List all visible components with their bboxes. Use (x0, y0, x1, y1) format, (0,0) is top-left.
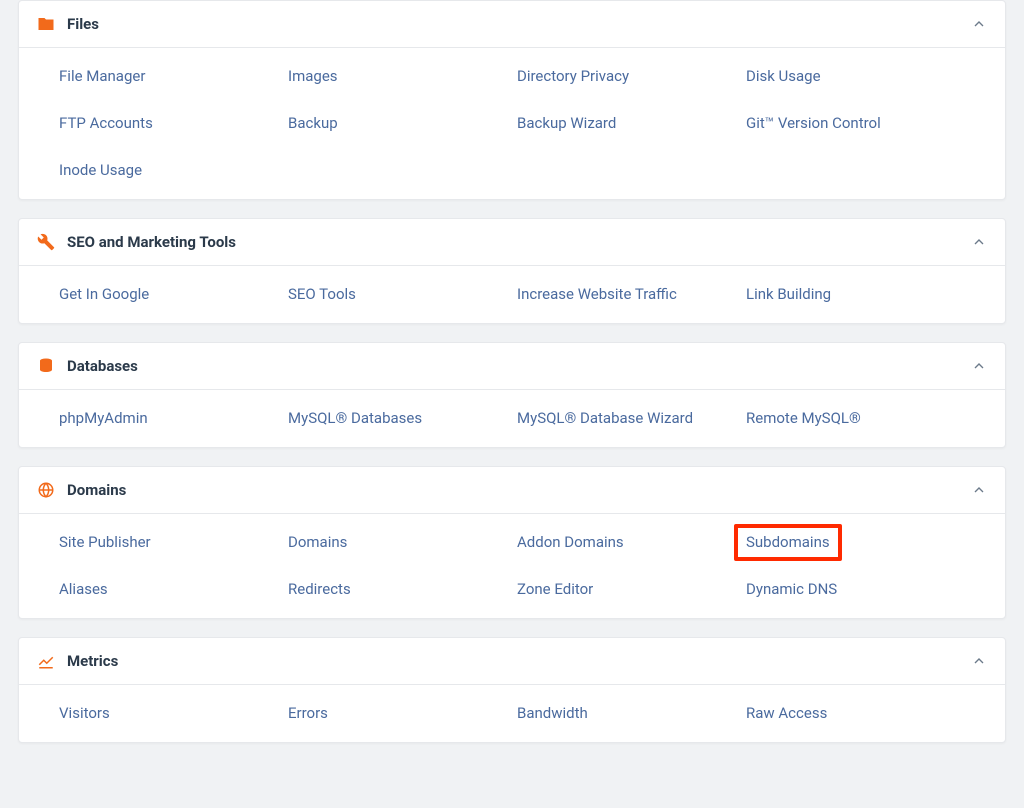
panel-seo: SEO and Marketing Tools Get In Google SE… (18, 218, 1006, 324)
link-directory-privacy[interactable]: Directory Privacy (517, 66, 736, 87)
panel-body-domains: Site Publisher Domains Addon Domains Sub… (19, 514, 1005, 618)
folder-icon (37, 15, 55, 33)
link-get-in-google[interactable]: Get In Google (59, 284, 278, 305)
highlight-box: Subdomains (734, 524, 842, 561)
panel-header-domains[interactable]: Domains (19, 467, 1005, 514)
link-bandwidth[interactable]: Bandwidth (517, 703, 736, 724)
panel-title: Metrics (67, 652, 971, 670)
link-link-building[interactable]: Link Building (746, 284, 965, 305)
link-site-publisher[interactable]: Site Publisher (59, 532, 278, 553)
link-phpmyadmin[interactable]: phpMyAdmin (59, 408, 278, 429)
panel-title: Databases (67, 357, 971, 375)
link-zone-editor[interactable]: Zone Editor (517, 579, 736, 600)
link-backup-wizard[interactable]: Backup Wizard (517, 113, 736, 134)
database-icon (37, 357, 55, 375)
link-images[interactable]: Images (288, 66, 507, 87)
chevron-up-icon (971, 16, 987, 32)
chevron-up-icon (971, 653, 987, 669)
panel-header-files[interactable]: Files (19, 1, 1005, 48)
link-mysql-database-wizard[interactable]: MySQL® Database Wizard (517, 408, 736, 429)
tools-icon (37, 233, 55, 251)
highlight-annotation: Subdomains (746, 532, 965, 553)
link-ftp-accounts[interactable]: FTP Accounts (59, 113, 278, 134)
item-grid: Visitors Errors Bandwidth Raw Access (59, 703, 965, 724)
link-seo-tools[interactable]: SEO Tools (288, 284, 507, 305)
link-inode-usage[interactable]: Inode Usage (59, 160, 278, 181)
link-visitors[interactable]: Visitors (59, 703, 278, 724)
panel-title: Domains (67, 481, 971, 499)
panel-files: Files File Manager Images Directory Priv… (18, 0, 1006, 200)
item-grid: phpMyAdmin MySQL® Databases MySQL® Datab… (59, 408, 965, 429)
link-aliases[interactable]: Aliases (59, 579, 278, 600)
link-domains[interactable]: Domains (288, 532, 507, 553)
panel-metrics: Metrics Visitors Errors Bandwidth Raw Ac… (18, 637, 1006, 743)
item-grid: Site Publisher Domains Addon Domains Sub… (59, 532, 965, 600)
link-remote-mysql[interactable]: Remote MySQL® (746, 408, 965, 429)
link-mysql-databases[interactable]: MySQL® Databases (288, 408, 507, 429)
link-backup[interactable]: Backup (288, 113, 507, 134)
chevron-up-icon (971, 482, 987, 498)
link-addon-domains[interactable]: Addon Domains (517, 532, 736, 553)
link-disk-usage[interactable]: Disk Usage (746, 66, 965, 87)
panel-body-databases: phpMyAdmin MySQL® Databases MySQL® Datab… (19, 390, 1005, 447)
panel-body-metrics: Visitors Errors Bandwidth Raw Access (19, 685, 1005, 742)
link-git-version-control[interactable]: Git™ Version Control (746, 113, 965, 134)
link-subdomains[interactable]: Subdomains (746, 532, 830, 553)
link-errors[interactable]: Errors (288, 703, 507, 724)
chevron-up-icon (971, 234, 987, 250)
panel-header-databases[interactable]: Databases (19, 343, 1005, 390)
globe-icon (37, 481, 55, 499)
link-increase-website-traffic[interactable]: Increase Website Traffic (517, 284, 736, 305)
panel-body-seo: Get In Google SEO Tools Increase Website… (19, 266, 1005, 323)
link-file-manager[interactable]: File Manager (59, 66, 278, 87)
link-dynamic-dns[interactable]: Dynamic DNS (746, 579, 965, 600)
link-raw-access[interactable]: Raw Access (746, 703, 965, 724)
chevron-up-icon (971, 358, 987, 374)
item-grid: Get In Google SEO Tools Increase Website… (59, 284, 965, 305)
panel-body-files: File Manager Images Directory Privacy Di… (19, 48, 1005, 199)
panel-title: SEO and Marketing Tools (67, 233, 971, 251)
link-redirects[interactable]: Redirects (288, 579, 507, 600)
panel-header-metrics[interactable]: Metrics (19, 638, 1005, 685)
panel-domains: Domains Site Publisher Domains Addon Dom… (18, 466, 1006, 619)
panel-header-seo[interactable]: SEO and Marketing Tools (19, 219, 1005, 266)
panel-title: Files (67, 15, 971, 33)
item-grid: File Manager Images Directory Privacy Di… (59, 66, 965, 181)
chart-icon (37, 652, 55, 670)
panel-databases: Databases phpMyAdmin MySQL® Databases My… (18, 342, 1006, 448)
